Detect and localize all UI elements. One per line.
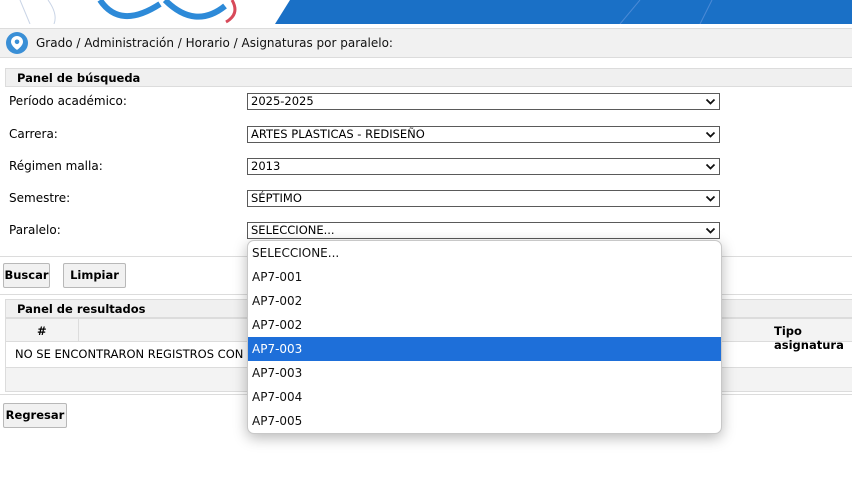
career-select-value: ARTES PLASTICAS - REDISEÑO (251, 127, 425, 141)
chevron-down-icon (705, 98, 716, 105)
parallel-select-value: SELECCIONE... (251, 223, 335, 237)
back-button[interactable]: Regresar (3, 403, 67, 428)
chevron-down-icon (705, 163, 716, 170)
semester-label: Semestre: (9, 191, 71, 205)
chevron-down-icon (705, 131, 716, 138)
dropdown-option[interactable]: AP7-004 (248, 385, 721, 409)
dropdown-option[interactable]: AP7-005 (248, 409, 721, 433)
breadcrumb-text: Grado / Administración / Horario / Asign… (36, 36, 393, 50)
column-header-number: # (37, 324, 47, 338)
dropdown-option[interactable]: AP7-002 (248, 313, 721, 337)
chevron-down-icon (705, 227, 716, 234)
search-button[interactable]: Buscar (3, 263, 50, 288)
breadcrumb: Grado / Administración / Horario / Asign… (0, 28, 852, 58)
dropdown-option[interactable]: AP7-001 (248, 265, 721, 289)
parallel-dropdown-list[interactable]: SELECCIONE... AP7-001 AP7-002 AP7-002 AP… (247, 240, 722, 434)
semester-select-value: SÉPTIMO (251, 191, 302, 205)
curriculum-label: Régimen malla: (9, 159, 103, 173)
parallel-label: Paralelo: (9, 223, 61, 237)
empty-message: NO SE ENCONTRARON REGISTROS CON LOS (15, 347, 270, 361)
clear-button[interactable]: Limpiar (63, 263, 126, 288)
chevron-down-icon (705, 195, 716, 202)
semester-select[interactable]: SÉPTIMO (247, 190, 720, 207)
parallel-select[interactable]: SELECCIONE... (247, 222, 720, 239)
dropdown-option-highlighted[interactable]: AP7-003 (248, 337, 721, 361)
search-panel-title: Panel de búsqueda (5, 68, 852, 87)
header-banner (0, 0, 852, 24)
career-select[interactable]: ARTES PLASTICAS - REDISEÑO (247, 126, 720, 143)
dropdown-option[interactable]: AP7-003 (248, 361, 721, 385)
period-select-value: 2025-2025 (251, 94, 314, 108)
location-pin-icon (6, 32, 28, 54)
curriculum-select[interactable]: 2013 (247, 158, 720, 175)
banner-graphic (0, 0, 852, 24)
period-label: Período académico: (9, 94, 127, 108)
career-label: Carrera: (9, 127, 58, 141)
dropdown-option[interactable]: SELECCIONE... (248, 241, 721, 265)
dropdown-option[interactable]: AP7-002 (248, 289, 721, 313)
curriculum-select-value: 2013 (251, 159, 281, 173)
period-select[interactable]: 2025-2025 (247, 93, 720, 110)
